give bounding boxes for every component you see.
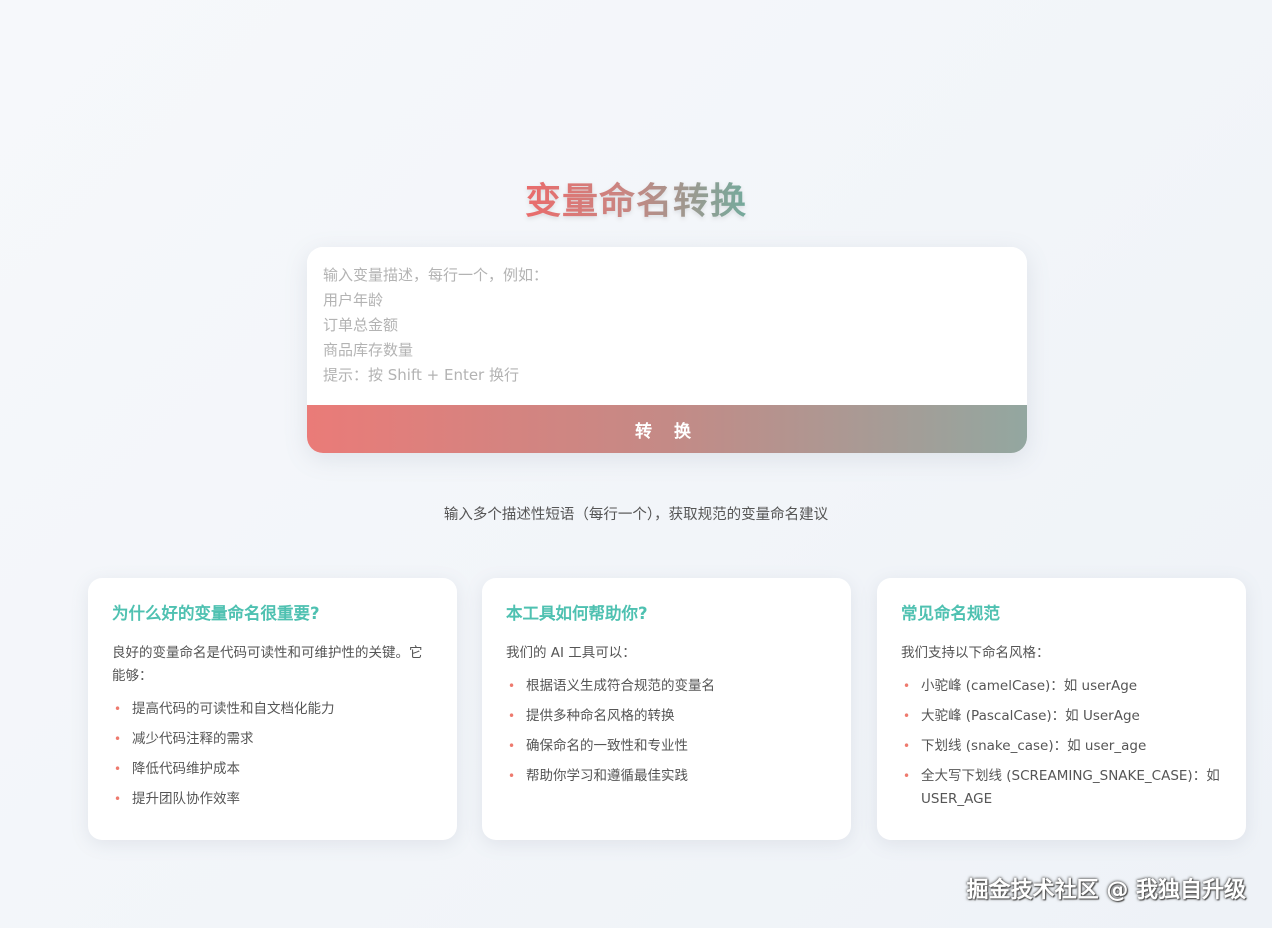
list-item: 帮助你学习和遵循最佳实践: [506, 765, 827, 788]
card-intro: 我们的 AI 工具可以：: [506, 645, 636, 661]
convert-button[interactable]: 转 换: [307, 405, 1027, 453]
page-title: 变量命名转换: [524, 181, 747, 222]
card-list: 根据语义生成符合规范的变量名 提供多种命名风格的转换 确保命名的一致性和专业性 …: [506, 675, 827, 788]
info-cards: 为什么好的变量命名很重要? 良好的变量命名是代码可读性和可维护性的关键。它能够：…: [88, 578, 1246, 840]
watermark: 掘金技术社区 @ 我独自升级: [966, 878, 1246, 903]
subtitle: 输入多个描述性短语（每行一个），获取规范的变量命名建议: [443, 507, 829, 523]
list-item: 减少代码注释的需求: [112, 728, 433, 751]
list-item: 根据语义生成符合规范的变量名: [506, 675, 827, 698]
card-intro: 良好的变量命名是代码可读性和可维护性的关键。它能够：: [112, 645, 423, 684]
variable-description-input[interactable]: [307, 247, 1027, 405]
card-list: 提高代码的可读性和自文档化能力 减少代码注释的需求 降低代码维护成本 提升团队协…: [112, 698, 433, 811]
list-item: 大驼峰 (PascalCase)：如 UserAge: [901, 705, 1222, 728]
card-title: 为什么好的变量命名很重要?: [112, 604, 320, 623]
list-item: 全大写下划线 (SCREAMING_SNAKE_CASE)：如 USER_AGE: [901, 765, 1222, 811]
list-item: 小驼峰 (camelCase)：如 userAge: [901, 675, 1222, 698]
card-naming-conventions: 常见命名规范 我们支持以下命名风格： 小驼峰 (camelCase)：如 use…: [877, 578, 1246, 840]
list-item: 确保命名的一致性和专业性: [506, 735, 827, 758]
card-intro: 我们支持以下命名风格：: [901, 645, 1050, 661]
list-item: 下划线 (snake_case)：如 user_age: [901, 735, 1222, 758]
list-item: 降低代码维护成本: [112, 758, 433, 781]
card-title: 本工具如何帮助你?: [506, 604, 648, 623]
list-item: 提高代码的可读性和自文档化能力: [112, 698, 433, 721]
input-card: 转 换: [307, 247, 1027, 453]
card-title: 常见命名规范: [901, 604, 1000, 623]
card-list: 小驼峰 (camelCase)：如 userAge 大驼峰 (PascalCas…: [901, 675, 1222, 811]
card-why-naming: 为什么好的变量命名很重要? 良好的变量命名是代码可读性和可维护性的关键。它能够：…: [88, 578, 457, 840]
card-how-helps: 本工具如何帮助你? 我们的 AI 工具可以： 根据语义生成符合规范的变量名 提供…: [482, 578, 851, 840]
list-item: 提升团队协作效率: [112, 788, 433, 811]
list-item: 提供多种命名风格的转换: [506, 705, 827, 728]
